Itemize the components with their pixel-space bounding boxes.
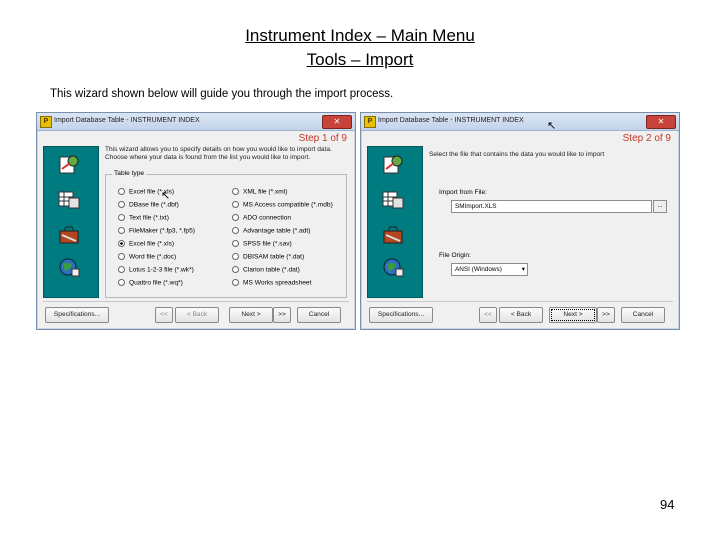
file-origin-label: File Origin: (439, 252, 471, 259)
radio-option[interactable]: Clarion table (*.dat) (232, 266, 300, 273)
radio-option[interactable]: DBase file (*.dbf) (118, 201, 179, 208)
browse-button[interactable]: ... (653, 200, 667, 213)
file-origin-select[interactable]: ANSI (Windows) ▾ (451, 263, 528, 276)
wizard-step1-window: P Import Database Table - INSTRUMENT IND… (36, 112, 356, 330)
window-titlebar[interactable]: P Import Database Table - INSTRUMENT IND… (37, 113, 355, 131)
app-icon: P (364, 116, 376, 128)
globe-icon (382, 257, 404, 277)
cancel-button[interactable]: Cancel (297, 307, 341, 323)
back-button[interactable]: < Back (499, 307, 543, 323)
step-indicator: Step 1 of 9 (298, 133, 347, 144)
document-paint-icon (382, 155, 404, 175)
import-from-file-label: Import from File: (439, 189, 487, 196)
wizard-sidebar (367, 146, 423, 298)
window-title: Import Database Table - INSTRUMENT INDEX (54, 117, 200, 124)
radio-option[interactable]: Quattro file (*.wq*) (118, 279, 183, 286)
mouse-cursor-icon: ↖ (547, 120, 557, 132)
toolbox-icon (382, 225, 404, 245)
wizard-step2-window: P Import Database Table - INSTRUMENT IND… (360, 112, 680, 330)
radio-option[interactable]: DBISAM table (*.dat) (232, 253, 304, 260)
database-grid-icon (58, 189, 80, 209)
radio-option[interactable]: Lotus 1-2-3 file (*.wk*) (118, 266, 194, 273)
group-label: Table type (112, 170, 147, 177)
window-titlebar[interactable]: P Import Database Table - INSTRUMENT IND… (361, 113, 679, 131)
globe-icon (58, 257, 80, 277)
specifications-button[interactable]: Specifications... (45, 307, 109, 323)
next-button[interactable]: Next > (229, 307, 273, 323)
wizard-description: This wizard allows you to specify detail… (105, 146, 332, 161)
divider (43, 301, 349, 302)
radio-option-selected[interactable]: Excel file (*.xls) (118, 240, 174, 247)
last-button[interactable]: >> (273, 307, 291, 323)
radio-option[interactable]: SPSS file (*.sav) (232, 240, 292, 247)
radio-option[interactable]: ADO connection (232, 214, 291, 221)
toolbox-icon (58, 225, 80, 245)
back-button[interactable]: < Back (175, 307, 219, 323)
intro-text: This wizard shown below will guide you t… (50, 88, 394, 100)
first-button[interactable]: << (155, 307, 173, 323)
window-title: Import Database Table - INSTRUMENT INDEX (378, 117, 524, 124)
wizard-description: Select the file that contains the data y… (429, 151, 605, 158)
database-grid-icon (382, 189, 404, 209)
divider (367, 301, 673, 302)
slide-subtitle: Tools – Import (306, 50, 414, 69)
radio-option[interactable]: Text file (*.txt) (118, 214, 169, 221)
document-paint-icon (58, 155, 80, 175)
radio-option[interactable]: MS Works spreadsheet (232, 279, 311, 286)
radio-option[interactable]: MS Access compatible (*.mdb) (232, 201, 333, 208)
slide-title: Instrument Index – Main Menu (245, 26, 475, 45)
radio-option[interactable]: FileMaker (*.fp3, *.fp5) (118, 227, 195, 234)
step-indicator: Step 2 of 9 (622, 133, 671, 144)
last-button[interactable]: >> (597, 307, 615, 323)
first-button[interactable]: << (479, 307, 497, 323)
wizard-sidebar (43, 146, 99, 298)
app-icon: P (40, 116, 52, 128)
close-button[interactable]: ✕ (322, 115, 352, 129)
import-file-input[interactable]: SMImport.XLS (451, 200, 652, 213)
chevron-down-icon: ▾ (521, 266, 525, 273)
radio-option[interactable]: Advantage table (*.adt) (232, 227, 310, 234)
specifications-button[interactable]: Specifications... (369, 307, 433, 323)
cancel-button[interactable]: Cancel (621, 307, 665, 323)
radio-option[interactable]: XML file (*.xml) (232, 188, 287, 195)
next-button[interactable]: Next > (549, 307, 597, 323)
mouse-cursor-icon: ↖ (161, 190, 171, 202)
table-type-group: Table type Excel file (*.xls) DBase file… (105, 170, 347, 298)
radio-option[interactable]: Word file (*.doc) (118, 253, 176, 260)
page-number: 94 (660, 497, 675, 512)
close-button[interactable]: ✕ (646, 115, 676, 129)
